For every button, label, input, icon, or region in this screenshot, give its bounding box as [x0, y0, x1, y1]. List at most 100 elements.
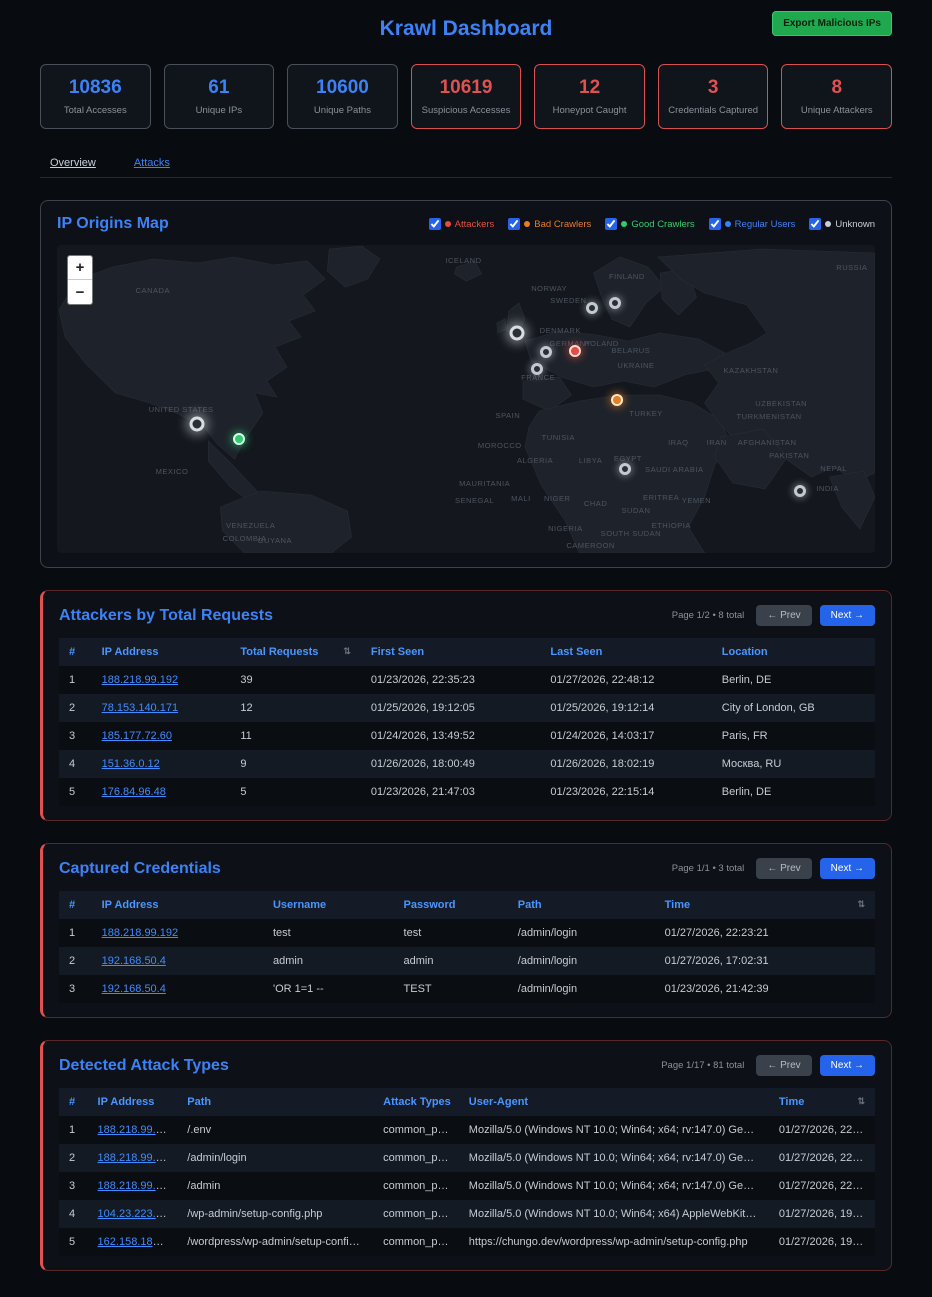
legend-checkbox-regular-users[interactable] [709, 218, 721, 230]
krawl-dashboard-page: Krawl Dashboard Export Malicious IPs 108… [0, 0, 932, 1297]
prev-page-button[interactable]: ← Prev [756, 605, 811, 626]
map-country-label: ERITREA [643, 493, 679, 502]
cell-time: 01/27/2026, 19:35:33 [769, 1228, 875, 1256]
map-marker-unknown[interactable] [619, 463, 631, 475]
col-time[interactable]: Time⇅ [655, 891, 875, 919]
map-marker-unknown[interactable] [540, 346, 552, 358]
map-marker-bad-crawler[interactable] [611, 394, 623, 406]
cell-total-requests: 9 [230, 750, 361, 778]
map-zoom-out-button[interactable]: − [68, 280, 92, 304]
sort-icon[interactable]: ⇅ [343, 646, 351, 657]
ip-link[interactable]: 188.218.99.192 [98, 1124, 174, 1136]
cell-ip: 192.168.50.4 [92, 975, 263, 1003]
tab-overview[interactable]: Overview [50, 157, 96, 169]
legend-label: Bad Crawlers [534, 219, 591, 230]
legend-item-bad-crawlers[interactable]: Bad Crawlers [508, 218, 591, 230]
col-time[interactable]: Time⇅ [769, 1088, 875, 1116]
map-country-label: PAKISTAN [769, 451, 809, 460]
cell-index: 2 [59, 1144, 88, 1172]
map-marker-unknown[interactable] [609, 297, 621, 309]
table-row: 1 188.218.99.192 39 01/23/2026, 22:35:23… [59, 666, 875, 694]
next-page-button[interactable]: Next → [820, 858, 875, 879]
cell-path: /admin [177, 1172, 373, 1200]
export-malicious-ips-button[interactable]: Export Malicious IPs [772, 11, 892, 36]
ip-link[interactable]: 78.153.140.171 [102, 702, 178, 714]
legend-checkbox-bad-crawlers[interactable] [508, 218, 520, 230]
map-legend: Attackers Bad Crawlers Good Crawlers Reg… [429, 218, 875, 230]
table-row: 5 162.158.182.104 /wordpress/wp-admin/se… [59, 1228, 875, 1256]
sort-icon[interactable]: ⇅ [857, 899, 865, 910]
ip-link[interactable]: 104.23.223.128 [98, 1208, 174, 1220]
page-info: Page 1/1 • 3 total [672, 863, 745, 874]
attackers-panel-title: Attackers by Total Requests [59, 607, 273, 625]
map-marker-unknown-large[interactable] [509, 326, 524, 341]
legend-checkbox-unknown[interactable] [809, 218, 821, 230]
cell-path: /.env [177, 1116, 373, 1144]
credentials-table: # IP Address Username Password Path Time… [59, 891, 875, 1003]
stat-value: 3 [663, 77, 764, 99]
ip-link[interactable]: 188.218.99.192 [98, 1180, 174, 1192]
cell-location: City of London, GB [712, 694, 875, 722]
legend-checkbox-good-crawlers[interactable] [605, 218, 617, 230]
prev-page-button[interactable]: ← Prev [756, 858, 811, 879]
stat-value: 8 [786, 77, 887, 99]
stat-value: 61 [169, 77, 270, 99]
map-marker-unknown[interactable] [586, 302, 598, 314]
map-country-label: MEXICO [156, 467, 189, 476]
cell-index: 5 [59, 778, 92, 806]
col-total-requests[interactable]: Total Requests⇅ [230, 638, 361, 666]
cell-index: 2 [59, 947, 92, 975]
legend-checkbox-attackers[interactable] [429, 218, 441, 230]
map-country-label: FINLAND [609, 272, 645, 281]
ip-link[interactable]: 188.218.99.192 [102, 927, 178, 939]
map-marker-unknown[interactable] [794, 485, 806, 497]
cell-index: 1 [59, 919, 92, 947]
ip-link[interactable]: 188.218.99.192 [102, 674, 178, 686]
ip-link[interactable]: 176.84.96.48 [102, 786, 166, 798]
map-country-label: YEMEN [682, 496, 711, 505]
cell-time: 01/27/2026, 22:22:54 [769, 1172, 875, 1200]
map-country-label: TURKMENISTAN [737, 412, 802, 421]
map-country-label: TUNISIA [542, 433, 575, 442]
map-marker-unknown-large[interactable] [189, 416, 204, 431]
sort-icon[interactable]: ⇅ [857, 1096, 865, 1107]
cell-index: 1 [59, 666, 92, 694]
ip-link[interactable]: 151.36.0.12 [102, 758, 160, 770]
legend-item-unknown[interactable]: Unknown [809, 218, 875, 230]
ip-link[interactable]: 162.158.182.104 [98, 1236, 178, 1248]
attack-types-table: # IP Address Path Attack Types User-Agen… [59, 1088, 875, 1256]
table-row: 2 78.153.140.171 12 01/25/2026, 19:12:05… [59, 694, 875, 722]
ip-link[interactable]: 192.168.50.4 [102, 983, 166, 995]
stat-label: Credentials Captured [663, 105, 764, 116]
cell-attack-type: common_probes [373, 1144, 459, 1172]
legend-item-attackers[interactable]: Attackers [429, 218, 495, 230]
next-page-button[interactable]: Next → [820, 605, 875, 626]
next-page-button[interactable]: Next → [820, 1055, 875, 1076]
map-marker-attacker[interactable] [569, 345, 581, 357]
ip-link[interactable]: 192.168.50.4 [102, 955, 166, 967]
stat-label: Total Accesses [45, 105, 146, 116]
cell-attack-type: common_probes [373, 1116, 459, 1144]
cell-location: Berlin, DE [712, 778, 875, 806]
cell-location: Paris, FR [712, 722, 875, 750]
prev-page-button[interactable]: ← Prev [756, 1055, 811, 1076]
stat-card-total-accesses: 10836 Total Accesses [40, 64, 151, 129]
map-country-label: ICELAND [445, 256, 481, 265]
world-map[interactable]: ICELANDRUSSIACANADANORWAYSWEDENFINLANDUN… [57, 245, 875, 553]
map-marker-good-crawler[interactable] [233, 433, 245, 445]
cell-user-agent: Mozilla/5.0 (Windows NT 10.0; Win64; x64… [459, 1172, 769, 1200]
legend-item-regular-users[interactable]: Regular Users [709, 218, 796, 230]
map-country-label: IRAQ [668, 438, 688, 447]
legend-item-good-crawlers[interactable]: Good Crawlers [605, 218, 694, 230]
ip-link[interactable]: 185.177.72.60 [102, 730, 172, 742]
cell-total-requests: 39 [230, 666, 361, 694]
cell-last-seen: 01/23/2026, 22:15:14 [540, 778, 711, 806]
cell-ip: 176.84.96.48 [92, 778, 231, 806]
table-row: 1 188.218.99.192 test test /admin/login … [59, 919, 875, 947]
map-zoom-in-button[interactable]: + [68, 256, 92, 280]
cell-time: 01/27/2026, 22:23:21 [769, 1144, 875, 1172]
ip-link[interactable]: 188.218.99.192 [98, 1152, 174, 1164]
col-ip-address: IP Address [88, 1088, 178, 1116]
map-marker-unknown[interactable] [531, 363, 543, 375]
tab-attacks[interactable]: Attacks [134, 157, 170, 169]
